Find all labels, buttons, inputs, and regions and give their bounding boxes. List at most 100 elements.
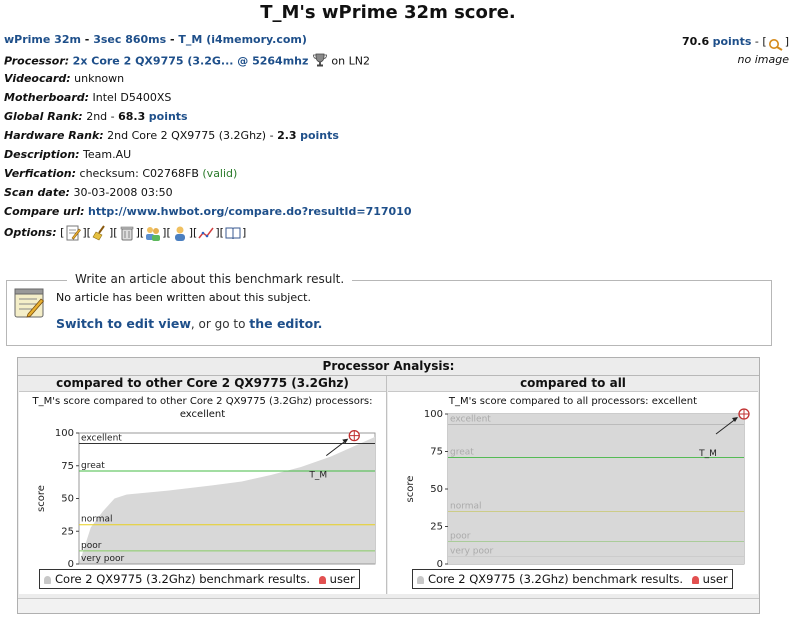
article-message: No article has been written about this s… bbox=[56, 291, 311, 304]
left-analysis-panel: compared to other Core 2 QX9775 (3.2Ghz)… bbox=[19, 376, 387, 594]
verification-status: (valid) bbox=[202, 167, 238, 180]
user-swatch-icon bbox=[691, 576, 699, 584]
points-link[interactable]: points bbox=[713, 35, 752, 48]
subtitle-sep: - bbox=[80, 33, 94, 46]
motherboard-value: Intel D5400XS bbox=[92, 91, 172, 104]
score-link[interactable]: 3sec 860ms bbox=[93, 33, 166, 46]
y-axis-label: score bbox=[405, 476, 416, 503]
bracket: ][ bbox=[108, 226, 118, 239]
left-chart-legend: Core 2 QX9775 (3.2Ghz) benchmark results… bbox=[39, 569, 360, 589]
y-tick-label: 75 bbox=[430, 447, 443, 458]
band-label: excellent bbox=[450, 415, 491, 425]
result-subtitle: wPrime 32m - 3sec 860ms - T_M (i4memory.… bbox=[4, 33, 307, 46]
right-score-chart: excellentgreatnormalpoorvery poor0255075… bbox=[405, 408, 750, 570]
motherboard-label: Motherboard: bbox=[4, 91, 90, 104]
band-label: excellent bbox=[81, 433, 122, 443]
band-label: poor bbox=[81, 541, 102, 551]
left-legend-series: Core 2 QX9775 (3.2Ghz) benchmark results… bbox=[55, 572, 310, 586]
y-axis-label: score bbox=[36, 485, 47, 512]
book-icon[interactable] bbox=[225, 225, 241, 241]
y-tick-label: 25 bbox=[61, 526, 74, 537]
y-tick-label: 75 bbox=[61, 461, 74, 472]
article-middle-text: , or go to bbox=[190, 317, 250, 331]
points-close: ] bbox=[784, 35, 789, 48]
right-legend-series: Core 2 QX9775 (3.2Ghz) benchmark results… bbox=[428, 572, 683, 586]
compare-url-label: Compare url: bbox=[4, 205, 85, 218]
bracket: ][ bbox=[188, 226, 198, 239]
processor-row: Processor: 2x Core 2 QX9775 (3.2G... @ 5… bbox=[4, 53, 370, 70]
user-link[interactable]: T_M bbox=[178, 33, 202, 46]
hardware-rank-points-link[interactable]: points bbox=[300, 129, 339, 142]
description-row: Description: Team.AU bbox=[4, 148, 131, 161]
global-rank-points-link[interactable]: points bbox=[149, 110, 188, 123]
left-legend-user: user bbox=[329, 572, 355, 586]
delete-icon[interactable] bbox=[119, 225, 135, 241]
user-swatch-icon bbox=[318, 576, 326, 584]
bracket: ] bbox=[241, 226, 247, 239]
article-legend: Write an article about this benchmark re… bbox=[67, 272, 353, 286]
hardware-rank-label: Hardware Rank: bbox=[4, 129, 104, 142]
source-link[interactable]: (i4memory.com) bbox=[202, 33, 307, 46]
compare-url-link[interactable]: http://www.hwbot.org/compare.do?resultId… bbox=[88, 205, 411, 218]
band-label: great bbox=[450, 448, 474, 458]
points-value: 70.6 bbox=[681, 35, 710, 48]
subtitle-sep: - bbox=[166, 33, 179, 46]
bracket: ][ bbox=[82, 226, 91, 239]
global-rank-label: Global Rank: bbox=[4, 110, 83, 123]
band-label: very poor bbox=[81, 554, 124, 564]
graph-icon[interactable] bbox=[198, 225, 214, 241]
y-tick-label: 100 bbox=[424, 409, 443, 420]
analysis-footer bbox=[18, 598, 759, 613]
users-icon[interactable] bbox=[145, 225, 161, 241]
right-legend-user: user bbox=[702, 572, 728, 586]
scan-date-value: 30-03-2008 03:50 bbox=[73, 186, 173, 199]
verification-row: Verfication: checksum: C02768FB (valid) bbox=[4, 167, 237, 180]
processor-analysis: Processor Analysis: compared to other Co… bbox=[17, 357, 760, 614]
motherboard-row: Motherboard: Intel D5400XS bbox=[4, 91, 171, 104]
series-swatch-icon bbox=[417, 576, 424, 584]
global-rank-points: 68.3 bbox=[118, 110, 146, 123]
edit-view-link[interactable]: Switch to edit view bbox=[56, 316, 191, 331]
options-label: Options: bbox=[4, 226, 57, 239]
points-box: 70.6 points - [] no image bbox=[682, 33, 789, 66]
user-label: T_M bbox=[698, 449, 717, 459]
edit-icon[interactable] bbox=[65, 225, 82, 241]
band-label: normal bbox=[81, 515, 113, 525]
y-tick-label: 100 bbox=[55, 428, 74, 439]
global-rank-prefix: 2nd - bbox=[86, 110, 119, 123]
verification-value: checksum: C02768FB bbox=[79, 167, 199, 180]
page-title: T_M's wPrime 32m score. bbox=[260, 2, 516, 23]
scan-date-label: Scan date: bbox=[4, 186, 70, 199]
processor-label: Processor: bbox=[4, 54, 70, 68]
verification-label: Verfication: bbox=[4, 167, 77, 180]
hardware-rank-points: 2.3 bbox=[277, 129, 297, 142]
videocard-row: Videocard: unknown bbox=[4, 72, 124, 85]
right-analysis-panel: compared to all T_M's score compared to … bbox=[388, 376, 758, 594]
trophy-icon[interactable] bbox=[312, 53, 328, 70]
points-sep: - [ bbox=[751, 35, 767, 48]
right-chart-legend: Core 2 QX9775 (3.2Ghz) benchmark results… bbox=[412, 569, 733, 589]
y-tick-label: 25 bbox=[430, 522, 443, 533]
magnifier-icon[interactable] bbox=[767, 33, 785, 51]
benchmark-link[interactable]: wPrime 32m bbox=[4, 33, 81, 46]
videocard-value: unknown bbox=[74, 72, 125, 85]
hardware-rank-row: Hardware Rank: 2nd Core 2 QX9775 (3.2Ghz… bbox=[4, 129, 339, 142]
band-label: great bbox=[81, 461, 105, 471]
user-icon[interactable] bbox=[172, 225, 188, 241]
bracket: ][ bbox=[162, 226, 171, 239]
analysis-title: Processor Analysis: bbox=[18, 358, 759, 376]
left-score-chart: excellentgreatnormalpoorvery poor0255075… bbox=[36, 428, 376, 570]
processor-link[interactable]: 2x Core 2 QX9775 (3.2G... @ 5264mhz bbox=[73, 55, 309, 68]
options-row: Options: [][][][][][][] bbox=[4, 225, 246, 241]
description-label: Description: bbox=[4, 148, 80, 161]
videocard-label: Videocard: bbox=[4, 72, 71, 85]
compare-url-row: Compare url: http://www.hwbot.org/compar… bbox=[4, 205, 412, 218]
bracket: ][ bbox=[135, 226, 145, 239]
no-image-text: no image bbox=[737, 53, 789, 66]
notepad-icon bbox=[14, 287, 46, 319]
article-box: Write an article about this benchmark re… bbox=[6, 272, 772, 346]
series-swatch-icon bbox=[44, 576, 51, 584]
broom-icon[interactable] bbox=[92, 225, 108, 241]
editor-link[interactable]: the editor. bbox=[249, 316, 322, 331]
y-tick-label: 50 bbox=[430, 484, 443, 495]
